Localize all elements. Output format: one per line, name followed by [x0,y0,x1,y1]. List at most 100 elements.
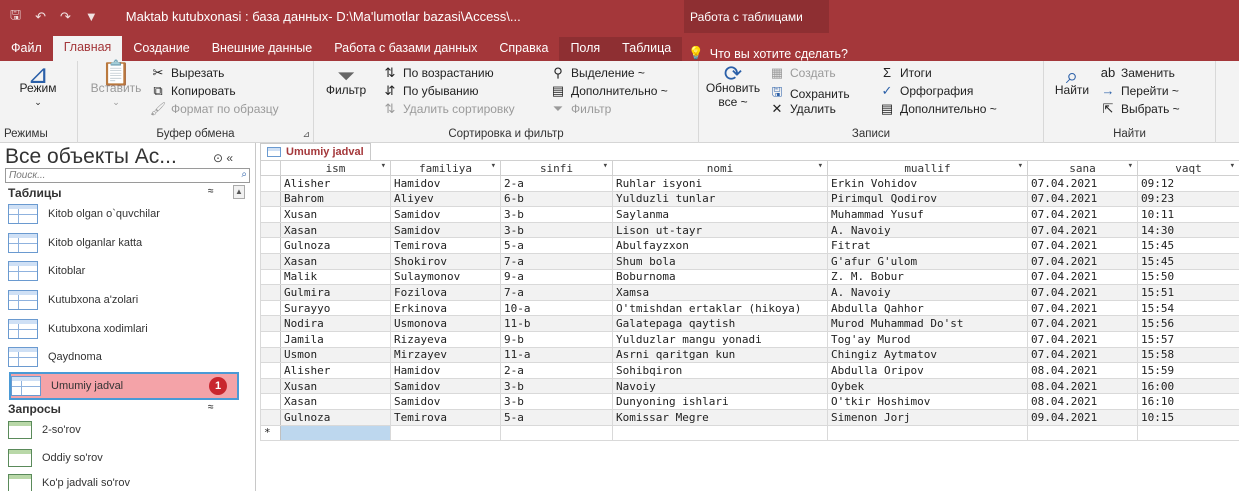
replace-button[interactable]: ab Заменить [1100,65,1175,80]
cell-sana[interactable]: 07.04.2021 [1027,175,1138,192]
column-header[interactable]: muallif ▾ [827,160,1028,176]
column-header[interactable]: sana ▾ [1027,160,1138,176]
cell-vaqt[interactable]: 09:12 [1137,175,1239,192]
table-row[interactable]: Xasan Shokirov 7-a Shum bola G'afur G'ulom 07… [260,252,1239,270]
cell-muallif[interactable]: Oybek [827,377,1028,395]
cell-muallif[interactable]: Abdulla Qahhor [827,299,1028,317]
cell-sana[interactable]: 07.04.2021 [1027,190,1138,208]
table-row[interactable]: Xusan Samidov 3-b Saylanma Muhammad Yusuf 07.… [260,206,1239,223]
cell-familiya[interactable]: Samidov [390,206,501,223]
cell-vaqt[interactable]: 16:10 [1137,393,1239,410]
cell-familiya[interactable]: Samidov [390,393,501,410]
cell-muallif[interactable]: Z. M. Bobur [827,268,1028,286]
new-cell[interactable] [1137,424,1239,442]
cell-sinfi[interactable]: 3-b [500,206,613,223]
cell-familiya[interactable]: Usmonova [390,315,501,332]
cell-muallif[interactable]: Erkin Vohidov [827,175,1028,192]
chevron-down-icon[interactable]: ▾ [818,162,823,172]
cell-sana[interactable]: 08.04.2021 [1027,393,1138,410]
dropdown-icon[interactable]: ⊙ [213,151,223,165]
cell-nomi[interactable]: Boburnoma [612,268,828,286]
cell-sinfi[interactable]: 3-b [500,221,613,239]
sort-ascending-button[interactable]: ⇅ По возрастанию [382,65,494,81]
cell-muallif[interactable]: Chingiz Aytmatov [827,346,1028,364]
sort-descending-button[interactable]: ⇵ По убыванию [382,83,479,99]
row-selector[interactable] [260,221,281,239]
cell-sana[interactable]: 08.04.2021 [1027,377,1138,395]
nav-search-input[interactable]: Поиск... ⌕ [5,168,250,183]
nav-item-table[interactable]: Kutubxona a'zolari [8,286,240,314]
row-selector[interactable] [260,315,281,332]
table-row[interactable]: Nodira Usmonova 11-b Galatepaga qaytish Muro… [260,315,1239,332]
chevron-down-icon[interactable]: ▾ [1018,162,1023,172]
cell-ism[interactable]: Gulmira [280,284,391,301]
totals-button[interactable]: Σ Итоги [879,65,932,80]
chevron-down-icon[interactable]: ▾ [1128,162,1133,172]
cell-nomi[interactable]: Sohibqiron [612,362,828,379]
cell-muallif[interactable]: G'afur G'ulom [827,252,1028,270]
paste-button[interactable]: 📋 Вставить ⌄ [88,62,144,109]
cell-familiya[interactable]: Mirzayev [390,346,501,364]
cell-muallif[interactable]: Muhammad Yusuf [827,206,1028,223]
table-row[interactable]: Alisher Hamidov 2-a Ruhlar isyoni Erkin Vohi… [260,175,1239,192]
scroll-up-icon[interactable]: ▲ [233,185,245,199]
row-selector[interactable] [260,175,281,192]
nav-item-query[interactable]: Ko'p jadvali so'rov [8,469,240,491]
cell-sinfi[interactable]: 11-b [500,315,613,332]
cell-muallif[interactable]: Pirimqul Qodirov [827,190,1028,208]
cell-familiya[interactable]: Samidov [390,377,501,395]
cell-nomi[interactable]: Navoiy [612,377,828,395]
nav-item-table[interactable]: Kitoblar [8,257,240,285]
table-row[interactable]: Gulnoza Temirova 5-a Abulfayzxon Fitrat 07.04… [260,237,1239,254]
cell-familiya[interactable]: Temirova [390,237,501,254]
tab-table[interactable]: Таблица [611,37,683,61]
row-selector[interactable] [260,377,281,395]
cell-ism[interactable]: Xasan [280,221,391,239]
cell-familiya[interactable]: Aliyev [390,190,501,208]
cell-vaqt[interactable]: 15:51 [1137,284,1239,301]
table-row[interactable]: Xasan Samidov 3-b Lison ut-tayr A. Navoiy 07.… [260,221,1239,239]
cell-nomi[interactable]: Saylanma [612,206,828,223]
cell-sana[interactable]: 07.04.2021 [1027,315,1138,332]
cell-sana[interactable]: 07.04.2021 [1027,221,1138,239]
cell-familiya[interactable]: Erkinova [390,299,501,317]
cell-sinfi[interactable]: 2-a [500,175,613,192]
filter-button[interactable]: ⏷ Фильтр [318,65,374,98]
cell-sinfi[interactable]: 2-a [500,362,613,379]
new-cell[interactable] [1027,424,1138,442]
customize-qat-icon[interactable]: ▼ [85,9,98,24]
nav-item-table[interactable]: Kutubxona xodimlari [8,315,240,343]
cell-sinfi[interactable]: 9-a [500,268,613,286]
collapse-icon[interactable]: « [226,151,233,165]
table-row[interactable]: Usmon Mirzayev 11-a Asrni qaritgan kun Ching… [260,346,1239,364]
cut-button[interactable]: ✂ Вырезать [150,65,225,81]
column-header[interactable]: ism ▾ [280,160,391,176]
nav-item-query[interactable]: Oddiy so'rov [8,444,240,472]
new-cell[interactable] [390,424,501,442]
cell-vaqt[interactable]: 15:56 [1137,315,1239,332]
cell-ism[interactable]: Nodira [280,315,391,332]
cell-sinfi[interactable]: 7-a [500,252,613,270]
cell-vaqt[interactable]: 15:59 [1137,362,1239,379]
nav-item-table-selected[interactable]: Umumiy jadval 1 [9,372,239,400]
cell-ism[interactable]: Gulnoza [280,408,391,426]
cell-muallif[interactable]: Simenon Jorj [827,408,1028,426]
cell-vaqt[interactable]: 14:30 [1137,221,1239,239]
cell-sinfi[interactable]: 10-a [500,299,613,317]
tab-create[interactable]: Создание [122,37,200,61]
row-selector[interactable] [260,393,281,410]
cell-nomi[interactable]: Dunyoning ishlari [612,393,828,410]
cell-vaqt[interactable]: 16:00 [1137,377,1239,395]
new-cell[interactable] [612,424,828,442]
more-records-button[interactable]: ▤ Дополнительно ~ [879,101,997,117]
chevron-down-icon[interactable]: ▾ [491,162,496,172]
cell-familiya[interactable]: Sulaymonov [390,268,501,286]
tab-home[interactable]: Главная [52,36,123,61]
tab-fields[interactable]: Поля [559,37,612,61]
cell-vaqt[interactable]: 10:11 [1137,206,1239,223]
tell-me-box[interactable]: 💡 Что вы хотите сделать? [688,46,848,61]
cell-vaqt[interactable]: 15:45 [1137,252,1239,270]
table-row[interactable]: Bahrom Aliyev 6-b Yulduzli tunlar Pirimqul Q… [260,190,1239,208]
cell-vaqt[interactable]: 15:50 [1137,268,1239,286]
row-selector[interactable] [260,190,281,208]
